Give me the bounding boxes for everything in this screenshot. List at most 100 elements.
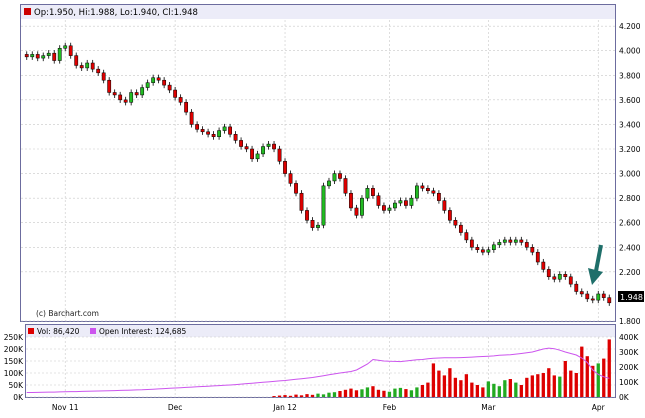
- volume-bar: [580, 346, 584, 397]
- volume-bar: [525, 377, 529, 397]
- volume-bar: [393, 388, 397, 397]
- candle-body: [574, 283, 579, 292]
- candle-body: [206, 131, 210, 135]
- volume-legend-swatch: [28, 328, 34, 334]
- candle-body: [343, 178, 348, 194]
- candle-body: [541, 261, 546, 270]
- candle-body: [189, 111, 194, 125]
- candle-body: [321, 185, 326, 226]
- price-tick-label: 2.400: [619, 243, 641, 252]
- candle-body: [475, 247, 480, 250]
- candle-body: [140, 87, 145, 96]
- volume-bar: [404, 389, 408, 397]
- candle-body: [277, 148, 282, 162]
- price-y-axis: 4.200 4.000 3.800 3.600 3.400 3.200 3.000 2.800…: [619, 22, 641, 326]
- volume-bar: [365, 387, 370, 397]
- candle-body: [178, 97, 183, 103]
- candle-body: [530, 247, 535, 253]
- candle-body: [480, 249, 485, 253]
- volume-bar: [569, 370, 573, 397]
- candle-body: [535, 251, 540, 263]
- candle-body: [74, 55, 79, 66]
- candle-body: [338, 173, 342, 179]
- volume-bar: [360, 389, 364, 397]
- volume-bar: [431, 363, 436, 397]
- candle-body: [590, 298, 595, 301]
- volume-bar: [459, 380, 463, 397]
- volume-bar: [563, 361, 567, 397]
- candle-body: [200, 129, 205, 133]
- volume-bar: [541, 373, 545, 397]
- volume-bar: [288, 395, 293, 397]
- candle-body: [365, 188, 370, 199]
- candle-body: [426, 188, 430, 192]
- candle-body: [162, 79, 167, 86]
- volume-bar: [299, 395, 304, 397]
- header-symbol-icon: [24, 8, 31, 15]
- candle-body: [563, 274, 568, 278]
- x-tick-label: Feb: [383, 403, 397, 412]
- candle-body: [41, 55, 46, 59]
- candle-body: [371, 188, 375, 196]
- volume-bar: [376, 389, 381, 397]
- x-tick-label: Mar: [481, 403, 496, 412]
- candle-body: [557, 274, 562, 280]
- price-tick-label: 4.200: [619, 22, 641, 31]
- candle-body: [299, 192, 304, 211]
- candle-body: [376, 195, 381, 206]
- open-interest-y-axis: 400K 300K 200K 100K 0K: [619, 333, 639, 402]
- open-interest-tick-label: 300K: [619, 348, 639, 357]
- volume-bar: [349, 388, 353, 397]
- volume-bar: [497, 386, 501, 397]
- price-tick-label: 2.800: [619, 194, 641, 203]
- candle-body: [112, 92, 117, 96]
- volume-bar: [332, 392, 337, 397]
- volume-bar: [486, 381, 491, 397]
- volume-bar: [382, 390, 386, 397]
- candle-body: [222, 126, 227, 131]
- price-tick-label: 3.600: [619, 96, 641, 105]
- volume-bar: [305, 394, 309, 397]
- candle-body: [442, 200, 447, 211]
- candle-body: [502, 239, 507, 243]
- candle-body: [90, 62, 95, 70]
- candle-body: [552, 276, 557, 280]
- candle-body: [596, 293, 601, 301]
- candle-body: [52, 52, 57, 61]
- volume-bar: [453, 377, 458, 397]
- volume-bar: [310, 394, 315, 397]
- volume-bar: [508, 379, 512, 397]
- volume-bar: [470, 382, 474, 397]
- volume-tick-label: 50K: [9, 381, 25, 390]
- candle-body: [387, 207, 392, 211]
- candle-body: [85, 62, 90, 69]
- candle-body: [360, 197, 364, 216]
- x-tick-label: Dec: [168, 403, 183, 412]
- open-interest-tick-label: 100K: [619, 378, 639, 387]
- price-tick-label: 2.200: [619, 268, 641, 277]
- candle-body: [431, 190, 436, 194]
- candle-body: [96, 68, 101, 74]
- candle-body: [420, 185, 425, 189]
- candle-body: [497, 242, 502, 246]
- candle-body: [447, 210, 452, 221]
- candle-body: [228, 126, 232, 135]
- volume-bar: [437, 370, 441, 397]
- volume-bar: [552, 375, 556, 397]
- volume-bar: [492, 383, 496, 397]
- volume-bar: [409, 390, 414, 397]
- volume-bar: [420, 385, 425, 397]
- candle-body: [239, 140, 243, 147]
- candle-body: [607, 297, 612, 304]
- open-interest-legend-text: Open Interest: 124,685: [99, 327, 186, 336]
- candle-body: [272, 143, 276, 150]
- volume-bar: [415, 387, 419, 397]
- candle-body: [283, 161, 287, 174]
- candle-body: [79, 65, 84, 69]
- price-tick-label: 3.000: [619, 170, 641, 179]
- candle-body: [134, 92, 139, 96]
- volume-bar: [596, 363, 600, 397]
- volume-bar: [283, 395, 287, 397]
- candle-body: [415, 185, 419, 199]
- candle-body: [167, 84, 172, 91]
